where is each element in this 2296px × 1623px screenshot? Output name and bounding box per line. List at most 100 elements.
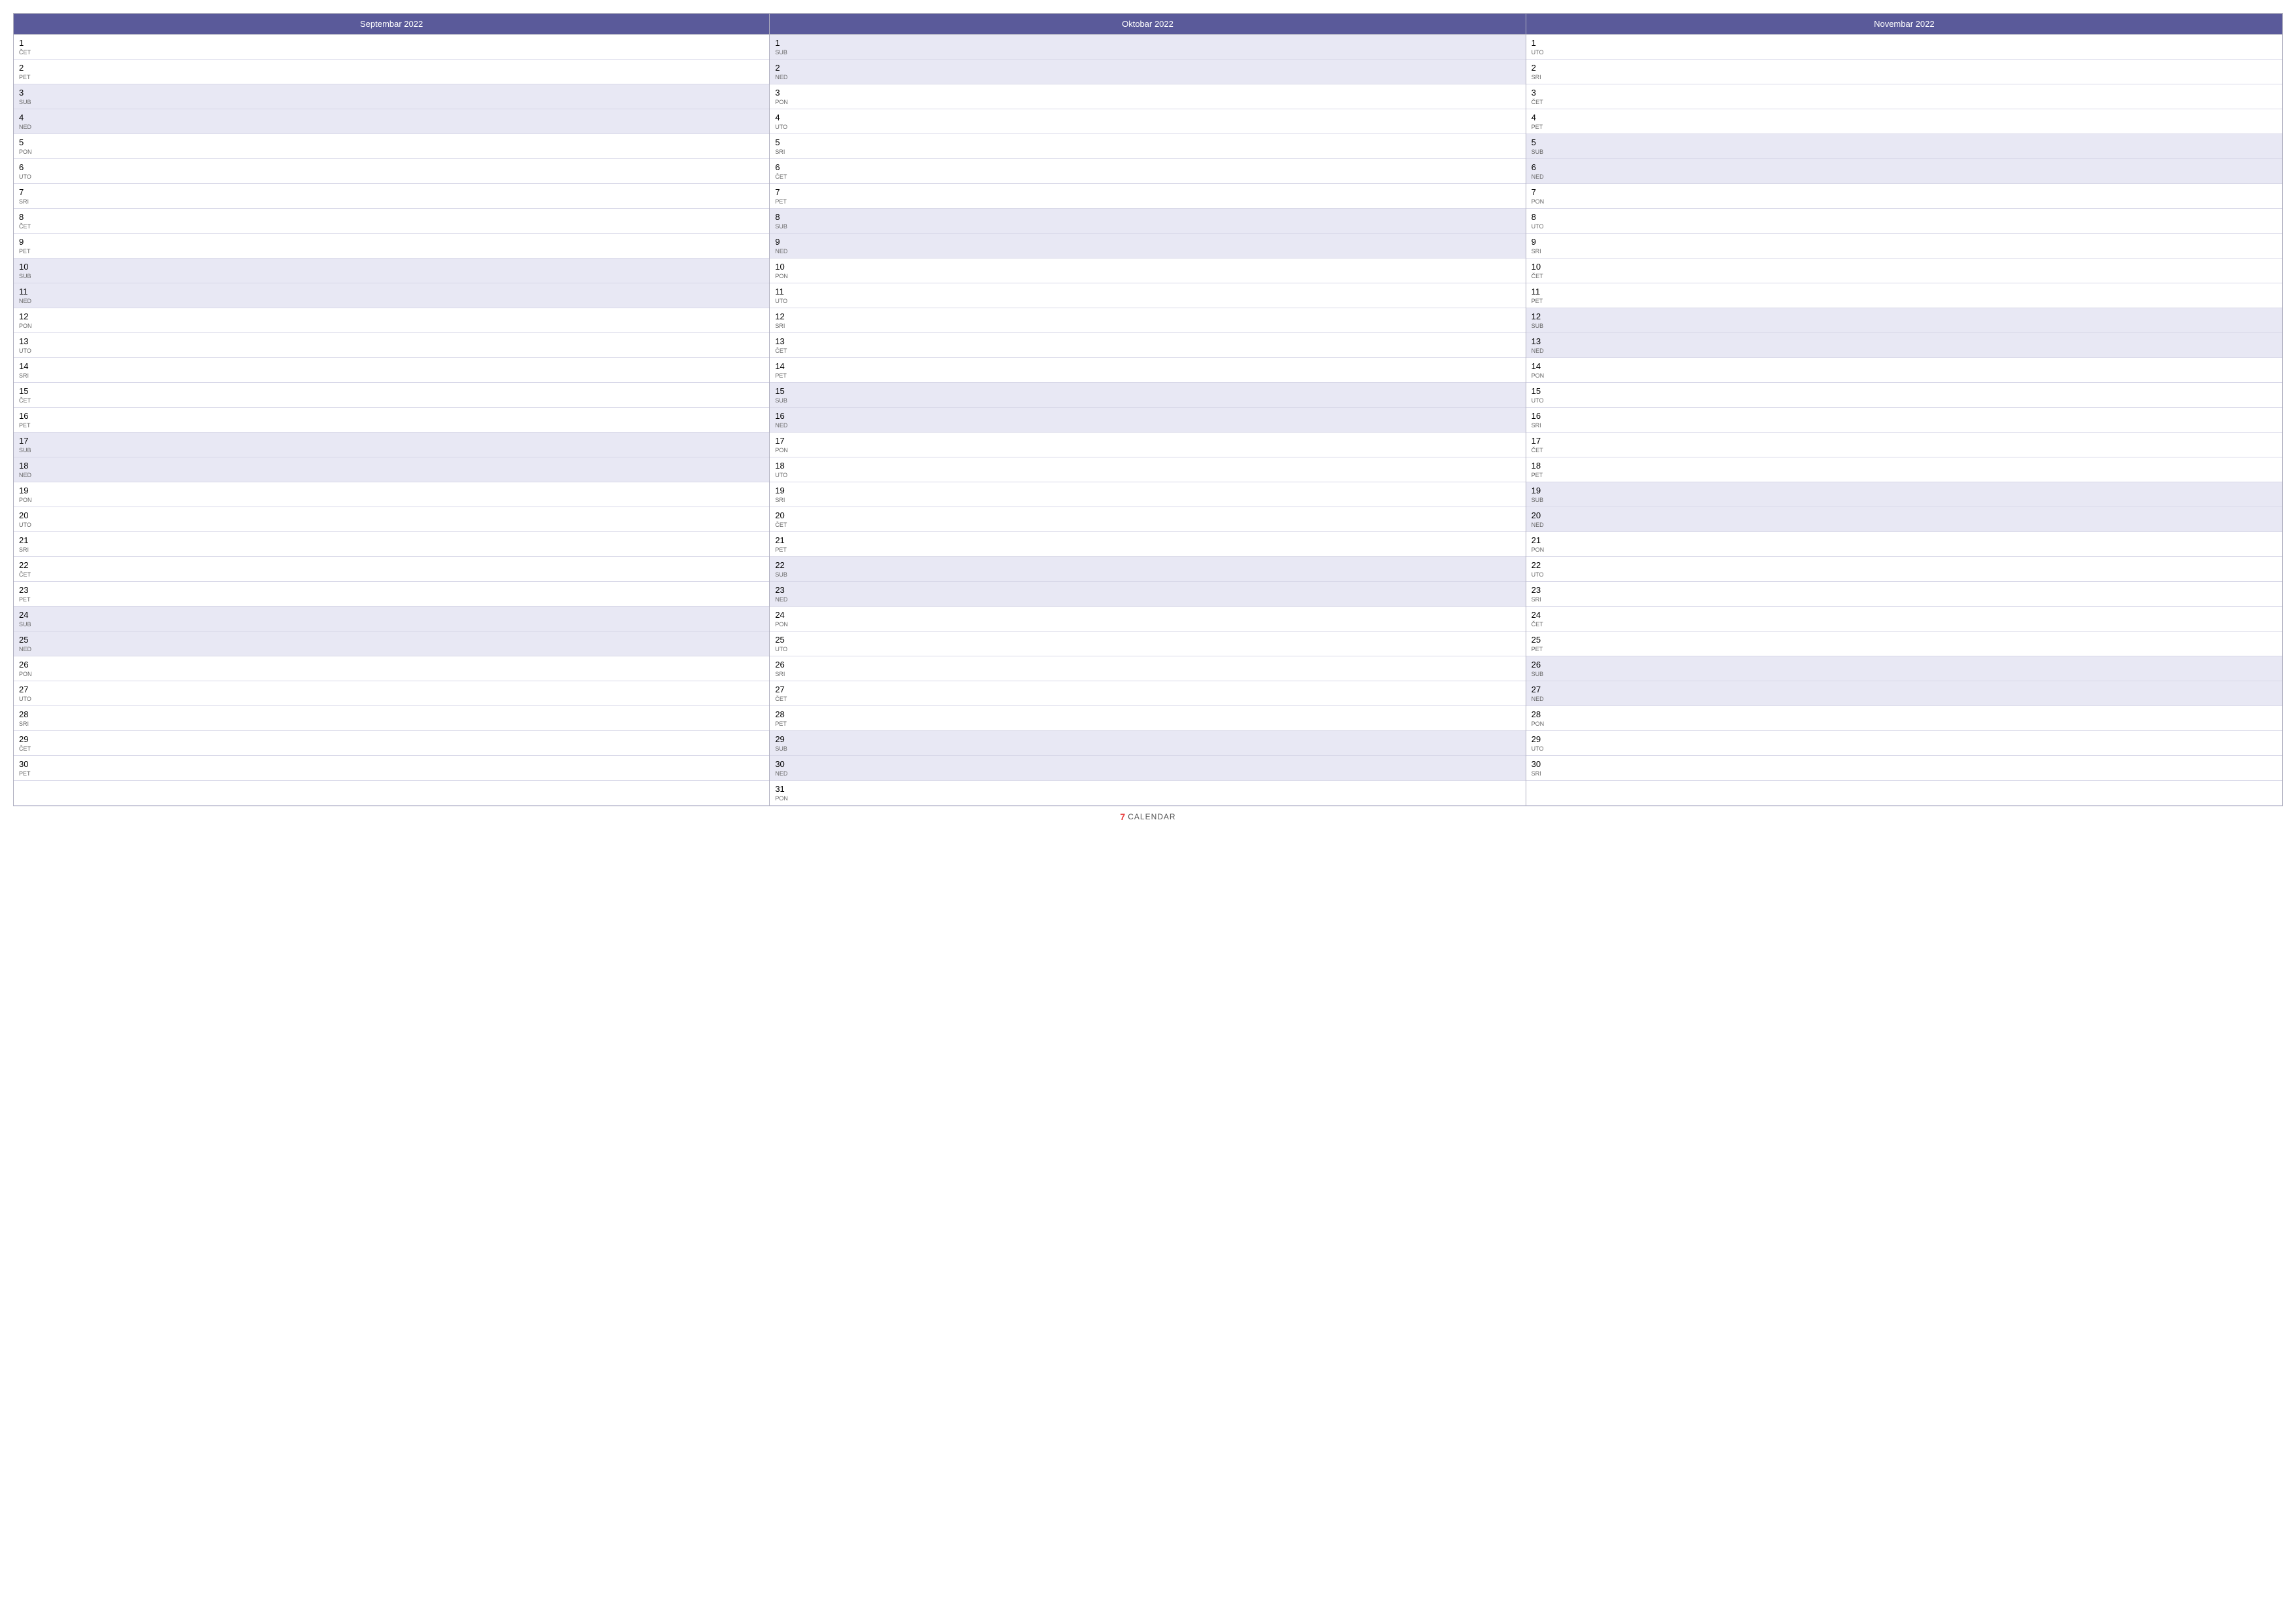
day-name: ČET (1532, 447, 2280, 454)
day-name: ČET (19, 745, 766, 753)
day-number: 24 (19, 609, 766, 621)
day-name: SUB (19, 621, 766, 628)
day-row: 6NED (1526, 159, 2282, 184)
day-number: 6 (775, 162, 1522, 173)
day-number: 27 (19, 684, 766, 696)
day-name: UTO (775, 646, 1522, 653)
month-header-1: Oktobar 2022 (770, 14, 1525, 35)
day-name: NED (775, 422, 1522, 429)
day-number: 6 (19, 162, 766, 173)
day-number: 29 (19, 734, 766, 745)
day-row: 19SUB (1526, 482, 2282, 507)
day-row: 5SUB (1526, 134, 2282, 159)
calendar-container: Septembar 20221ČET2PET3SUB4NED5PON6UTO7S… (0, 0, 2296, 840)
day-name: PET (19, 248, 766, 255)
day-name: SRI (1532, 770, 2280, 777)
day-name: NED (1532, 522, 2280, 529)
day-name: SRI (19, 372, 766, 380)
calendar-grid: Septembar 20221ČET2PET3SUB4NED5PON6UTO7S… (13, 13, 2283, 806)
day-name: SUB (775, 49, 1522, 56)
day-number: 3 (775, 87, 1522, 99)
day-name: PET (775, 198, 1522, 205)
day-name: ČET (775, 522, 1522, 529)
day-name: PET (1532, 298, 2280, 305)
day-row: 28SRI (14, 706, 769, 731)
day-number: 12 (1532, 311, 2280, 323)
day-row: 1SUB (770, 35, 1525, 60)
day-row: 21PON (1526, 532, 2282, 557)
day-row: 11PET (1526, 283, 2282, 308)
day-name: PON (19, 323, 766, 330)
day-row: 15ČET (14, 383, 769, 408)
day-name: ČET (1532, 621, 2280, 628)
day-number: 27 (1532, 684, 2280, 696)
day-name: NED (775, 596, 1522, 603)
day-row: 16SRI (1526, 408, 2282, 433)
day-number: 24 (775, 609, 1522, 621)
day-row: 22UTO (1526, 557, 2282, 582)
day-row: 20ČET (770, 507, 1525, 532)
day-row: 10PON (770, 259, 1525, 283)
day-row: 25NED (14, 632, 769, 656)
day-row: 17PON (770, 433, 1525, 457)
day-number: 13 (775, 336, 1522, 348)
day-number: 4 (1532, 112, 2280, 124)
day-number: 28 (19, 709, 766, 721)
day-name: UTO (19, 522, 766, 529)
day-number: 12 (19, 311, 766, 323)
day-number: 4 (775, 112, 1522, 124)
day-number: 30 (19, 758, 766, 770)
day-number: 13 (19, 336, 766, 348)
day-row: 24ČET (1526, 607, 2282, 632)
day-row: 7SRI (14, 184, 769, 209)
day-row: 2SRI (1526, 60, 2282, 84)
day-row: 17ČET (1526, 433, 2282, 457)
day-row: 31PON (770, 781, 1525, 806)
day-name: UTO (1532, 49, 2280, 56)
day-name: UTO (1532, 571, 2280, 579)
day-name: PON (1532, 198, 2280, 205)
day-row: 27UTO (14, 681, 769, 706)
day-number: 18 (775, 460, 1522, 472)
day-row: 18UTO (770, 457, 1525, 482)
day-row: 19PON (14, 482, 769, 507)
footer: 7 CALENDAR (13, 806, 2283, 827)
day-number: 23 (1532, 584, 2280, 596)
day-number: 11 (775, 286, 1522, 298)
day-name: ČET (1532, 273, 2280, 280)
day-row: 11NED (14, 283, 769, 308)
day-name: NED (1532, 348, 2280, 355)
day-name: ČET (19, 571, 766, 579)
day-number: 28 (1532, 709, 2280, 721)
day-number: 5 (775, 137, 1522, 149)
day-row: 4NED (14, 109, 769, 134)
day-name: SUB (1532, 149, 2280, 156)
day-name: NED (19, 472, 766, 479)
day-row: 25PET (1526, 632, 2282, 656)
day-name: PET (19, 770, 766, 777)
day-number: 19 (1532, 485, 2280, 497)
day-row: 23PET (14, 582, 769, 607)
day-row: 24PON (770, 607, 1525, 632)
day-row: 29SUB (770, 731, 1525, 756)
day-name: SUB (775, 745, 1522, 753)
day-number: 26 (19, 659, 766, 671)
day-row: 26PON (14, 656, 769, 681)
day-name: NED (1532, 696, 2280, 703)
day-row: 28PET (770, 706, 1525, 731)
day-row: 27NED (1526, 681, 2282, 706)
day-name: PET (19, 596, 766, 603)
day-row: 21PET (770, 532, 1525, 557)
day-row: 18NED (14, 457, 769, 482)
day-number: 1 (19, 37, 766, 49)
day-row: 7PON (1526, 184, 2282, 209)
day-row: 6ČET (770, 159, 1525, 184)
day-row: 25UTO (770, 632, 1525, 656)
day-name: ČET (775, 173, 1522, 181)
month-column-1: Oktobar 20221SUB2NED3PON4UTO5SRI6ČET7PET… (770, 14, 1526, 806)
day-row: 15UTO (1526, 383, 2282, 408)
day-number: 31 (775, 783, 1522, 795)
day-name: PON (775, 621, 1522, 628)
day-name: NED (775, 770, 1522, 777)
day-number: 15 (1532, 385, 2280, 397)
